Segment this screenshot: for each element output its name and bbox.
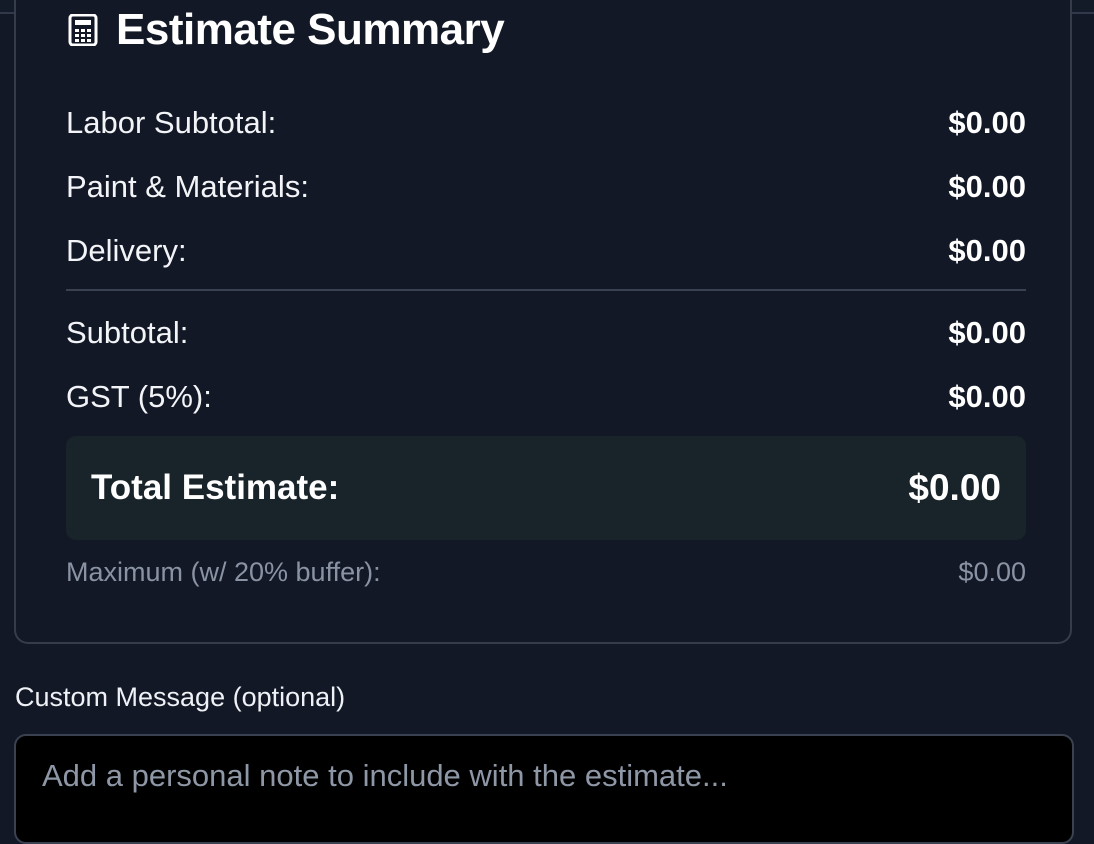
subtotal-label: Subtotal:: [66, 315, 189, 350]
total-estimate-value: $0.00: [908, 467, 1001, 508]
estimate-summary-card: Estimate Summary Labor Subtotal: $0.00 P…: [14, 0, 1072, 644]
gst-label: GST (5%):: [66, 379, 212, 414]
labor-subtotal-label: Labor Subtotal:: [66, 105, 277, 140]
labor-subtotal-value: $0.00: [948, 105, 1026, 140]
card-header: Estimate Summary: [68, 5, 505, 55]
subtotal-row: Subtotal: $0.00: [66, 313, 1026, 353]
calculator-icon: [68, 14, 98, 46]
maximum-buffer-value: $0.00: [958, 557, 1026, 587]
gst-value: $0.00: [948, 379, 1026, 414]
maximum-buffer-label: Maximum (w/ 20% buffer):: [66, 557, 381, 587]
card-title: Estimate Summary: [116, 5, 505, 54]
labor-subtotal-row: Labor Subtotal: $0.00: [66, 103, 1026, 143]
gst-row: GST (5%): $0.00: [66, 377, 1026, 417]
maximum-buffer-row: Maximum (w/ 20% buffer): $0.00: [66, 557, 1026, 588]
paint-materials-value: $0.00: [948, 169, 1026, 204]
delivery-row: Delivery: $0.00: [66, 231, 1026, 271]
delivery-label: Delivery:: [66, 233, 187, 268]
total-estimate-label: Total Estimate:: [91, 468, 340, 507]
delivery-value: $0.00: [948, 233, 1026, 268]
custom-message-label: Custom Message (optional): [15, 682, 346, 712]
divider: [66, 289, 1026, 291]
subtotal-value: $0.00: [948, 315, 1026, 350]
total-estimate-box: Total Estimate: $0.00: [66, 436, 1026, 540]
paint-materials-row: Paint & Materials: $0.00: [66, 167, 1026, 207]
paint-materials-label: Paint & Materials:: [66, 169, 309, 204]
custom-message-input[interactable]: [14, 734, 1074, 844]
